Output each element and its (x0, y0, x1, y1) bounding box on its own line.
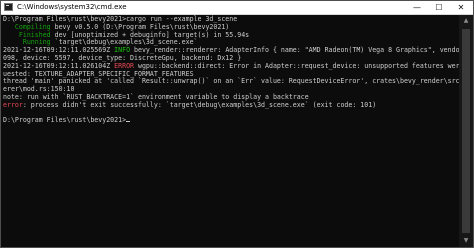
close-button[interactable]: ✕ (451, 1, 471, 14)
console-text-segment: uested: TEXTURE_ADAPTER_SPECIFIC_FORMAT_… (3, 69, 194, 78)
console-text-segment: dev [unoptimized + debuginfo] target(s) … (50, 30, 250, 39)
console-line: D:\Program Files\rust\bevy2021> (3, 116, 459, 125)
console-output[interactable]: D:\Program Files\rust\bevy2021>cargo run… (1, 15, 459, 247)
console-text-segment: D:\Program Files\rust\bevy2021> (3, 116, 127, 125)
console-text-segment: 2021-12-16T09:12:11.025569Z (3, 46, 115, 55)
vertical-scrollbar[interactable]: ▲ ▼ (459, 15, 473, 247)
console-text-segment: `target\debug\examples\3d_scene.exe` (50, 38, 198, 47)
console-text-segment: thread 'main' panicked at 'called `Resul… (3, 77, 459, 86)
minimize-button[interactable]: — (407, 1, 427, 14)
console-text-segment: Finished (3, 30, 51, 39)
console-text-segment: bevy_render::renderer: AdapterInfo { nam… (130, 46, 459, 55)
scroll-up-arrow-icon[interactable]: ▲ (459, 15, 473, 27)
console-text-segment: ERROR (114, 61, 135, 70)
console-text-segment: wgpu::backend::direct: Error in Adapter:… (134, 61, 459, 70)
console-text-segment: Running (3, 38, 51, 47)
maximize-button[interactable]: ☐ (429, 1, 449, 14)
console-text-segment: : process didn't exit successfully: `tar… (22, 100, 377, 109)
console-text-segment: INFO (114, 46, 131, 55)
console-text-segment: note: run with `RUST_BACKTRACE=1` enviro… (3, 92, 309, 101)
console-text-segment: bevy v0.5.0 (D:\Program Files\rust\bevy2… (50, 22, 230, 31)
text-cursor (126, 121, 131, 123)
scroll-down-arrow-icon[interactable]: ▼ (459, 235, 473, 247)
window-title: C:\Windows\system32\cmd.exe (17, 3, 127, 11)
console-text-segment: erer\mod.rs:150:10 (3, 85, 75, 94)
console-text-segment: 2021-12-16T09:12:11.026104Z (3, 61, 115, 70)
cmd-window: C:\Windows\system32\cmd.exe — ☐ ✕ D:\Pro… (0, 0, 474, 248)
console-text-segment: Compiling (3, 22, 51, 31)
title-bar[interactable]: C:\Windows\system32\cmd.exe — ☐ ✕ (1, 1, 473, 15)
scrollbar-thumb[interactable] (462, 29, 470, 233)
console-app-icon (4, 3, 13, 11)
console-line: error: process didn't exit successfully:… (3, 100, 459, 110)
console-text-segment: 098, device: 5597, device_type: Discrete… (3, 53, 242, 62)
console-text-segment: D:\Program Files\rust\bevy2021>cargo run… (3, 15, 238, 23)
console-text-segment: error (3, 100, 23, 109)
